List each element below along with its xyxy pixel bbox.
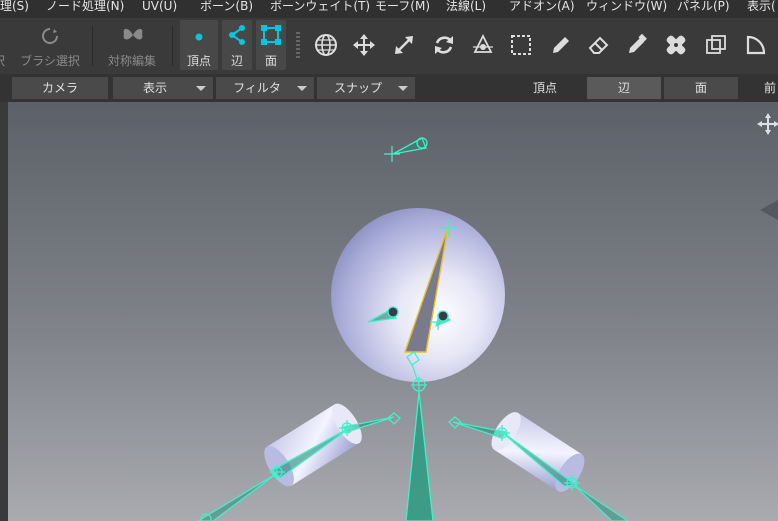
edge-mode-button[interactable]: 辺 (222, 20, 252, 70)
camera-menu-button[interactable]: カメラ (12, 77, 108, 99)
filter-dropdown[interactable]: フィルタ (216, 77, 314, 99)
view-options-bar: カメラ 表示 フィルタ スナップ 頂点 辺 面 前 (0, 74, 778, 102)
menu-item-bone[interactable]: ボーン(B) (200, 0, 253, 13)
filter-dropdown-label: フィルタ (233, 81, 281, 95)
brush-select-button[interactable]: ブラシ選択 (18, 20, 82, 70)
edge-mode-label: 辺 (230, 54, 243, 68)
left-panel-edge[interactable] (0, 102, 8, 521)
snap-dropdown[interactable]: スナップ (317, 77, 415, 99)
display-dropdown-label: 表示 (142, 81, 167, 95)
vertex-mode-label: 頂点 (186, 54, 211, 68)
menu-item-view[interactable]: 表示( (747, 0, 776, 13)
paint-icon[interactable] (625, 33, 649, 57)
menu-item-uv[interactable]: UV(U) (142, 0, 177, 13)
snap-dropdown-label: スナップ (333, 81, 382, 95)
toolbar-separator (92, 26, 93, 66)
scene-canvas[interactable] (8, 102, 778, 521)
menu-item-node[interactable]: ノード処理(N) (46, 0, 124, 13)
brush-select-icon (42, 28, 58, 44)
rect-select-icon[interactable] (509, 33, 533, 57)
truncated-tool[interactable]: 択 (0, 20, 6, 70)
pivot-icon[interactable] (471, 33, 495, 57)
brush-select-label: ブラシ選択 (20, 54, 80, 68)
menu-item-normal[interactable]: 法線(L) (446, 0, 486, 13)
3d-viewport[interactable] (8, 102, 778, 521)
symmetry-edit-button[interactable]: 対称編集 (100, 20, 164, 70)
menu-item-morph[interactable]: モーフ(M) (375, 0, 430, 13)
head-sphere-mesh[interactable] (331, 208, 505, 382)
front-view-button[interactable]: 前 (764, 77, 776, 99)
edge-share-icon (229, 25, 245, 45)
select-edge-toggle[interactable]: 辺 (587, 77, 661, 99)
butterfly-icon (123, 28, 143, 40)
rotate-icon[interactable] (432, 33, 456, 57)
menu-item-select[interactable]: 理(S) (0, 0, 29, 13)
cube-icon[interactable] (704, 33, 728, 57)
view-cube-corner[interactable] (760, 200, 778, 220)
menu-item-addon[interactable]: アドオン(A) (509, 0, 575, 13)
menu-item-bone-weight[interactable]: ボーンウェイト(T) (270, 0, 370, 13)
vertex-dot-icon (195, 33, 203, 41)
select-vertex-toggle[interactable]: 頂点 (533, 77, 557, 99)
scale-icon[interactable] (392, 33, 416, 57)
menu-item-window[interactable]: ウィンドウ(W) (586, 0, 667, 13)
menu-item-panel[interactable]: パネル(P) (677, 0, 730, 13)
display-dropdown[interactable]: 表示 (113, 77, 213, 99)
main-toolbar: 択 ブラシ選択 対称編集 頂点 辺 面 (0, 18, 778, 74)
vertex-mode-button[interactable]: 頂点 (180, 20, 218, 70)
shape-icon[interactable] (744, 33, 768, 57)
left-arm-cylinder-mesh[interactable] (258, 399, 367, 491)
toolbar-grip[interactable] (296, 32, 300, 60)
face-mode-label: 面 (264, 54, 277, 68)
face-square-icon (261, 25, 281, 45)
symmetry-edit-label: 対称編集 (107, 54, 156, 68)
face-mode-button[interactable]: 面 (256, 20, 286, 70)
toolbar-separator (172, 26, 173, 66)
eraser-icon[interactable] (587, 33, 611, 57)
menu-bar: 理(S) ノード処理(N) UV(U) ボーン(B) ボーンウェイト(T) モー… (0, 0, 778, 18)
pen-icon[interactable] (549, 33, 573, 57)
move-icon[interactable] (352, 33, 376, 57)
select-face-toggle[interactable]: 面 (664, 77, 738, 99)
bandage-icon[interactable] (664, 33, 688, 57)
globe-icon[interactable] (314, 33, 338, 57)
viewport-move-gizmo-icon[interactable] (757, 113, 778, 135)
